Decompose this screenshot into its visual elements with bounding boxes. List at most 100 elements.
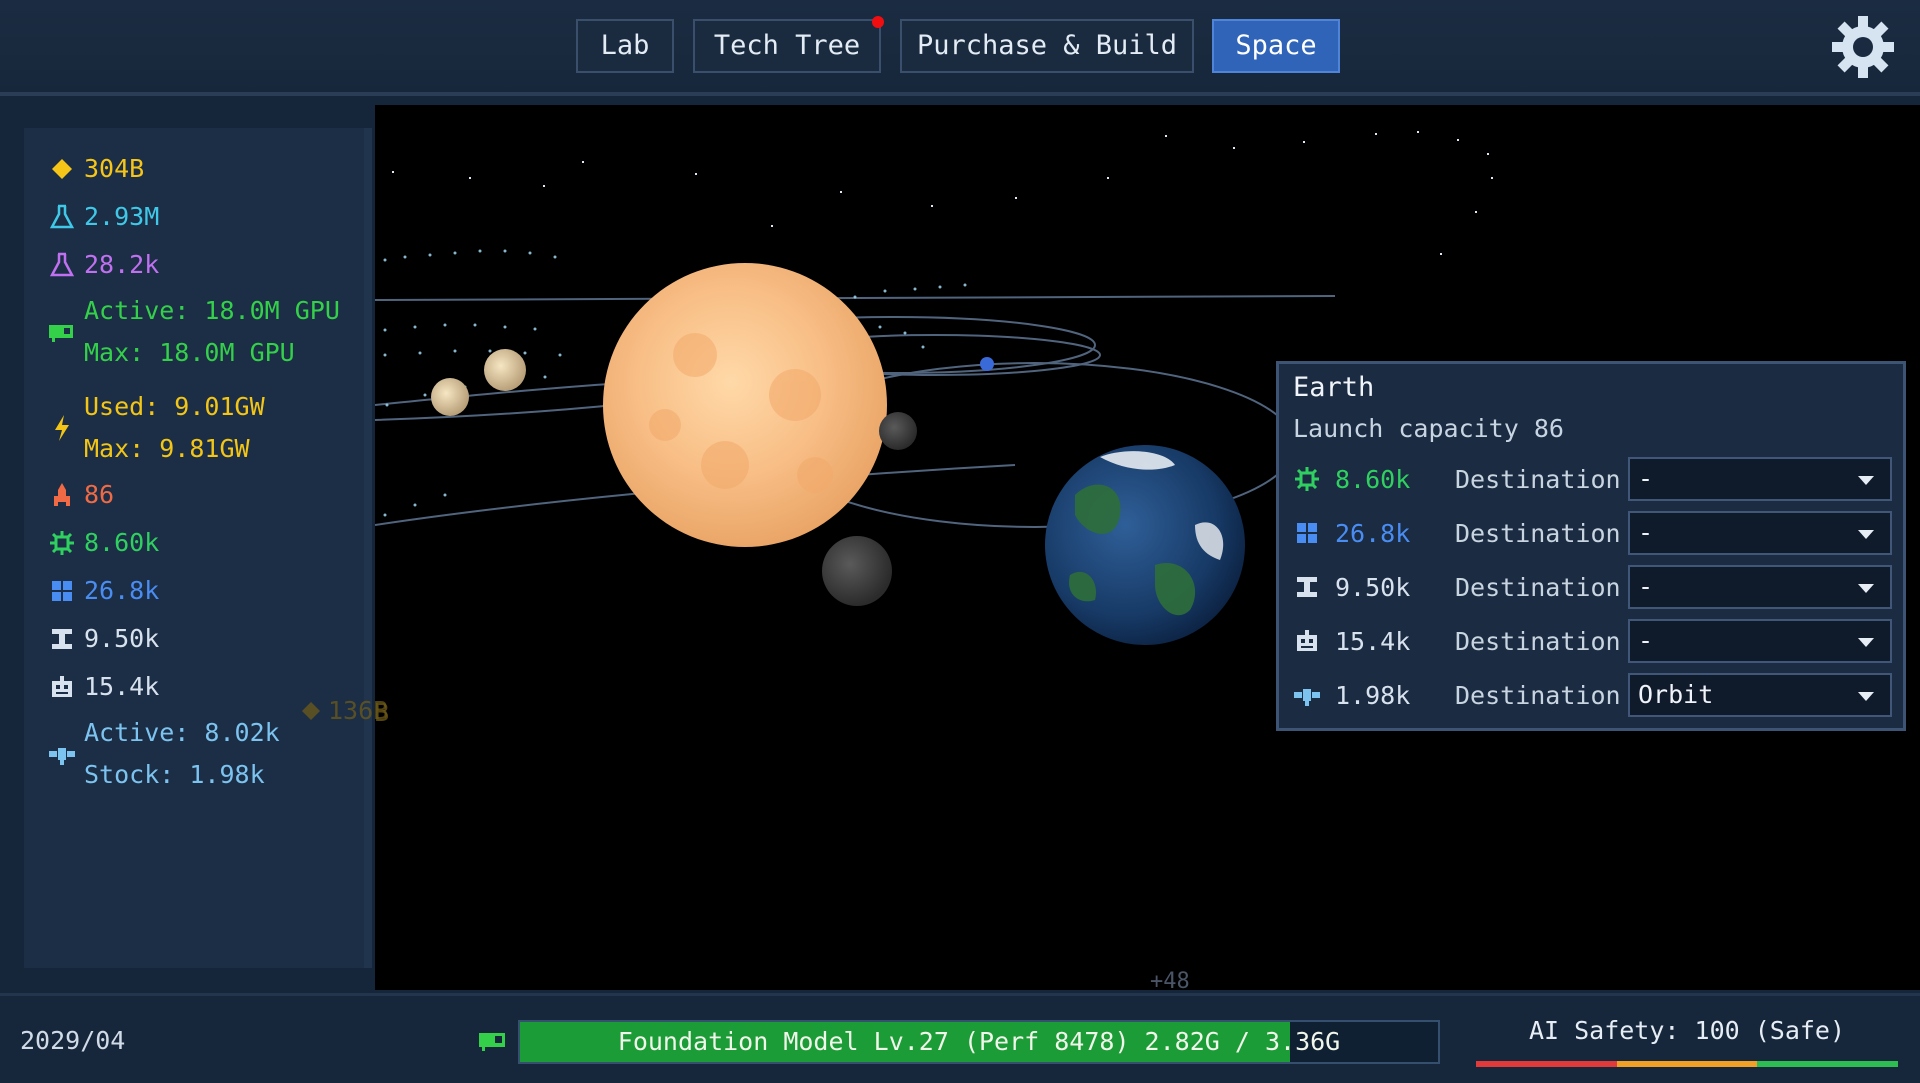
popup-row-panels: 26.8k Destination <box>1293 511 1635 555</box>
safety-bar-segment <box>1616 1061 1758 1067</box>
stars <box>392 131 1493 255</box>
resource-panels: 26.8k <box>48 576 159 605</box>
diamond-icon <box>302 701 320 720</box>
safety-bar-segment <box>1476 1061 1617 1067</box>
chevron-down-icon <box>1858 476 1874 485</box>
gpu-icon <box>479 1033 505 1051</box>
tab-space[interactable]: Space <box>1212 19 1340 73</box>
popup-row-beams: 9.50k Destination <box>1293 565 1635 609</box>
safety-bar-segment <box>1757 1061 1899 1067</box>
resource-research-purple: 28.2k <box>48 250 159 279</box>
orbital-marker[interactable] <box>980 357 994 371</box>
flask-icon <box>48 251 76 279</box>
resource-robots: 15.4k <box>48 672 159 701</box>
satellite-icon <box>1293 681 1321 709</box>
game-date: 2029/04 <box>20 1026 126 1055</box>
panel-icon <box>48 577 76 605</box>
popup-row-satellites: 1.98k Destination <box>1293 673 1635 717</box>
destination-select-robots[interactable]: - <box>1628 619 1892 663</box>
beams-value: 9.50k <box>84 624 160 653</box>
flask-icon <box>48 203 76 231</box>
sun[interactable] <box>603 263 887 547</box>
resource-gpu: Active: 18.0M GPU Max: 18.0M GPU <box>48 290 340 374</box>
resource-research-cyan: 2.93M <box>48 202 159 231</box>
satellite-icon <box>48 740 76 768</box>
popup-beams-value: 9.50k <box>1335 572 1411 602</box>
destination-select-beams[interactable]: - <box>1628 565 1892 609</box>
chevron-down-icon <box>1858 530 1874 539</box>
power-used-value: Used: 9.01GW <box>84 392 265 421</box>
earth-popup: Earth Launch capacity 86 8.60k Destinati… <box>1276 361 1906 731</box>
resource-panel: 304B 2.93M 28.2k Active: 18.0M GPU Max: … <box>24 128 372 968</box>
destination-select-value: - <box>1638 626 1654 655</box>
resource-beams: 9.50k <box>48 624 159 653</box>
resource-power: Used: 9.01GW Max: 9.81GW <box>48 386 265 470</box>
chevron-down-icon <box>1858 584 1874 593</box>
destination-select-value: - <box>1638 518 1654 547</box>
destination-select-satellites[interactable]: Orbit <box>1628 673 1892 717</box>
popup-title: Earth <box>1293 372 1375 403</box>
destination-select-value: - <box>1638 572 1654 601</box>
lightning-icon <box>48 414 76 442</box>
robot-icon <box>48 673 76 701</box>
resource-chips: 8.60k <box>48 528 159 557</box>
beam-icon <box>48 625 76 653</box>
model-training-progress: Foundation Model Lv.27 (Perf 8478) 2.82G… <box>518 1020 1440 1064</box>
chevron-down-icon <box>1858 692 1874 701</box>
planet-pale-2[interactable] <box>431 378 469 416</box>
popup-chips-value: 8.60k <box>1335 464 1411 494</box>
popup-satellites-value: 1.98k <box>1335 680 1411 710</box>
moon[interactable] <box>822 536 892 606</box>
floating-increment-label: +48 <box>1150 969 1190 990</box>
panel-icon <box>1293 519 1321 547</box>
satellites-active-value: Active: 8.02k <box>84 718 280 747</box>
resource-rockets: 86 <box>48 480 114 509</box>
planet-pale-1[interactable] <box>484 349 526 391</box>
robot-icon <box>1293 627 1321 655</box>
destination-select-value: - <box>1638 464 1654 493</box>
gpu-icon <box>48 318 76 346</box>
popup-subtitle: Launch capacity 86 <box>1293 414 1564 443</box>
popup-panels-value: 26.8k <box>1335 518 1411 548</box>
chip-icon <box>1293 465 1321 493</box>
satellites-stock-value: Stock: 1.98k <box>84 760 265 789</box>
destination-select-panels[interactable]: - <box>1628 511 1892 555</box>
top-bar: Lab Tech Tree Purchase & Build Space <box>0 0 1920 96</box>
destination-label: Destination <box>1455 464 1621 494</box>
destination-select-chips[interactable]: - <box>1628 457 1892 501</box>
destination-select-value: Orbit <box>1638 680 1714 709</box>
floating-money-overlay: 136B <box>300 696 388 725</box>
chip-icon <box>48 529 76 557</box>
research-cyan-value: 2.93M <box>84 202 160 231</box>
diamond-icon <box>48 155 76 183</box>
rockets-value: 86 <box>84 480 115 509</box>
tech-tree-notification-dot <box>872 16 884 28</box>
tab-lab[interactable]: Lab <box>576 19 674 73</box>
progress-text: Foundation Model Lv.27 (Perf 8478) 2.82G… <box>617 1027 1341 1056</box>
chevron-down-icon <box>1858 638 1874 647</box>
tab-purchase-build[interactable]: Purchase & Build <box>900 19 1194 73</box>
tab-tech-tree[interactable]: Tech Tree <box>693 19 881 73</box>
panels-value: 26.8k <box>84 576 160 605</box>
popup-robots-value: 15.4k <box>1335 626 1411 656</box>
resource-satellites: Active: 8.02k Stock: 1.98k <box>48 712 280 796</box>
research-purple-value: 28.2k <box>84 250 160 279</box>
gpu-max-value: Max: 18.0M GPU <box>84 338 295 367</box>
destination-label: Destination <box>1455 572 1621 602</box>
ai-safety-status: AI Safety: 100 (Safe) <box>1528 1016 1846 1045</box>
floating-money-overlay-value: 136B <box>328 696 389 725</box>
destination-label: Destination <box>1455 518 1621 548</box>
gpu-active-value: Active: 18.0M GPU <box>84 296 340 325</box>
bottom-bar: 2029/04 Foundation Model Lv.27 (Perf 847… <box>0 993 1920 1083</box>
rocket-icon <box>48 481 76 509</box>
destination-label: Destination <box>1455 626 1621 656</box>
popup-row-robots: 15.4k Destination <box>1293 619 1635 663</box>
money-value: 304B <box>84 154 145 183</box>
beam-icon <box>1293 573 1321 601</box>
planet-dark-1[interactable] <box>879 412 917 450</box>
gear-icon[interactable] <box>1830 14 1896 80</box>
destination-label: Destination <box>1455 680 1621 710</box>
popup-row-chips: 8.60k Destination <box>1293 457 1635 501</box>
resource-money: 304B <box>48 154 144 183</box>
robots-value: 15.4k <box>84 672 160 701</box>
